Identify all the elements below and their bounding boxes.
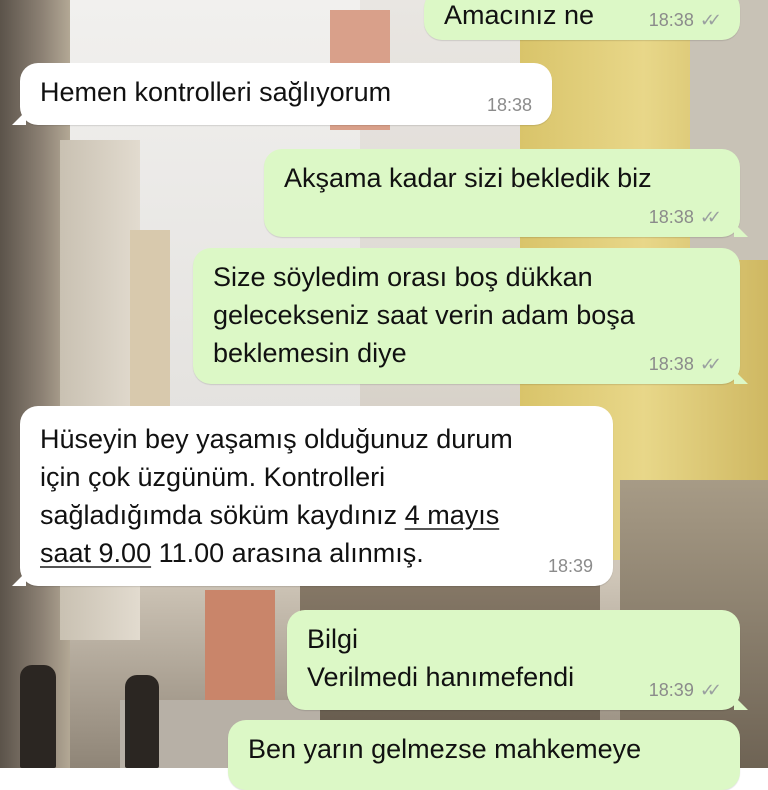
message-bubble-outgoing[interactable]: Bilgi Verilmedi hanımefendi 18:39 ✓✓ xyxy=(287,610,748,710)
message-text: Size söyledim orası boş dükkan gelecekse… xyxy=(213,258,720,372)
message-text: Akşama kadar sizi bekledik biz xyxy=(284,163,652,193)
bubble-tail xyxy=(734,223,748,237)
message-time: 18:38 xyxy=(648,10,694,30)
message-bubble-outgoing[interactable]: Akşama kadar sizi bekledik biz 18:38 ✓✓ xyxy=(264,149,748,237)
bubble-tail xyxy=(734,696,748,710)
double-check-icon: ✓✓ xyxy=(699,10,722,30)
message-line: sağladığımda söküm kaydınız 4 mayıs xyxy=(40,496,593,534)
message-line-text: sağladığımda söküm kaydınız xyxy=(40,500,405,530)
message-text: Hemen kontrolleri sağlıyorum xyxy=(40,77,392,107)
message-line: Bilgi xyxy=(307,624,359,654)
bubble-tail xyxy=(734,370,748,384)
message-line: Hüseyin bey yaşamış olduğunuz durum xyxy=(40,424,513,454)
message-bubble-incoming[interactable]: Hüseyin bey yaşamış olduğunuz durum için… xyxy=(12,406,613,586)
time-link[interactable]: saat 9.00 xyxy=(40,538,151,568)
message-time: 18:38 xyxy=(648,207,694,227)
message-line: beklemesin diye xyxy=(213,338,407,368)
message-meta: 18:38 ✓✓ xyxy=(648,354,722,374)
message-meta: 18:39 xyxy=(548,556,593,576)
message-bubble-incoming[interactable]: Hemen kontrolleri sağlıyorum 18:38 xyxy=(12,63,552,125)
message-meta: 18:38 xyxy=(487,95,532,115)
message-line: gelecekseniz saat verin adam boşa xyxy=(213,300,635,330)
double-check-icon: ✓✓ xyxy=(699,354,722,374)
message-time: 18:39 xyxy=(648,680,694,700)
message-text: Ben yarın gelmezse mahkemeye xyxy=(248,734,642,764)
message-meta: 18:38 ✓✓ xyxy=(648,10,722,30)
message-line-text: 11.00 arasına alınmış. xyxy=(151,538,424,568)
message-meta: 18:38 ✓✓ xyxy=(648,207,722,227)
message-time: 18:38 xyxy=(486,95,532,115)
message-meta: 18:39 ✓✓ xyxy=(648,680,722,700)
chat-thread[interactable]: Amacınız ne 18:38 ✓✓ Hemen kontrolleri s… xyxy=(0,0,768,790)
message-text: Hüseyin bey yaşamış olduğunuz durum için… xyxy=(40,420,593,572)
message-line: saat 9.00 11.00 arasına alınmış. xyxy=(40,534,593,572)
message-time: 18:39 xyxy=(547,556,593,576)
message-line: Size söyledim orası boş dükkan xyxy=(213,262,593,292)
message-bubble-outgoing[interactable]: Size söyledim orası boş dükkan gelecekse… xyxy=(193,248,748,384)
bubble-tail xyxy=(12,111,26,125)
message-line: için çok üzgünüm. Kontrolleri xyxy=(40,462,386,492)
message-bubble-outgoing[interactable]: Amacınız ne 18:38 ✓✓ xyxy=(424,0,740,40)
message-time: 18:38 xyxy=(648,354,694,374)
double-check-icon: ✓✓ xyxy=(699,207,722,227)
double-check-icon: ✓✓ xyxy=(699,680,722,700)
bubble-tail xyxy=(12,572,26,586)
message-bubble-outgoing[interactable]: Ben yarın gelmezse mahkemeye xyxy=(228,720,740,790)
date-link[interactable]: 4 mayıs xyxy=(405,500,500,530)
